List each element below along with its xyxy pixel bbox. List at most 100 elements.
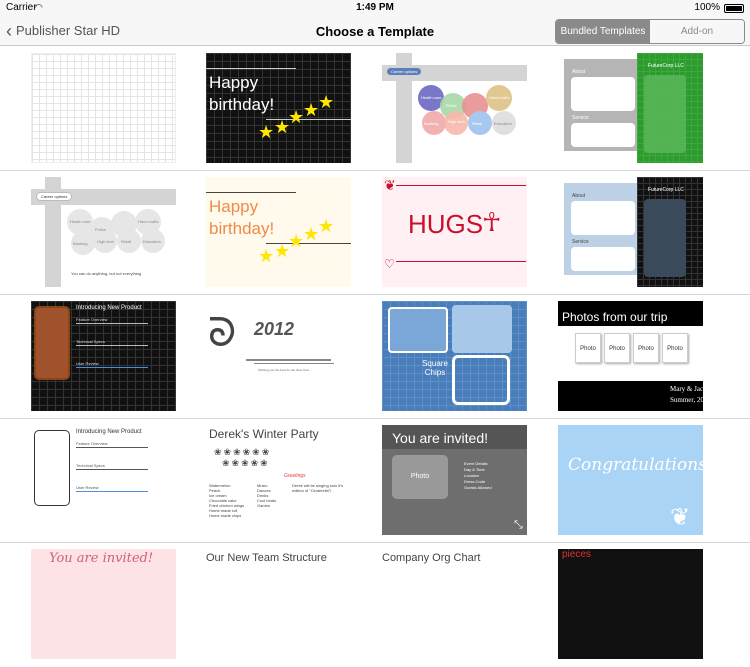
divider bbox=[396, 185, 526, 186]
tile-text: Derek will be singing solo it's edition … bbox=[292, 483, 344, 493]
template-row: Career options Health care Police Hand c… bbox=[0, 171, 750, 295]
tile-text: You can do anything, but not everything bbox=[71, 271, 142, 276]
template-invited-gray[interactable]: You are invited! Photo Event Details Day… bbox=[382, 425, 527, 535]
template-winter-party[interactable]: Derek's Winter Party ❀❀❀❀❀❀ ❀❀❀❀❀ Waterm… bbox=[206, 425, 351, 535]
star-icon: ★ bbox=[318, 92, 335, 112]
template-futurecorp-green[interactable]: FutureCorp LLC About Service bbox=[558, 53, 703, 163]
template-futurecorp-dark[interactable]: FutureCorp LLC About Service bbox=[558, 177, 703, 287]
text-box bbox=[571, 201, 635, 235]
star-icon: ★ bbox=[258, 246, 275, 266]
tile-text: User Review bbox=[76, 485, 99, 490]
tile-text: Police bbox=[446, 103, 457, 108]
photo-placeholder: Photo bbox=[662, 333, 688, 363]
star-icon: ★ bbox=[318, 216, 335, 236]
template-new-year-2012[interactable]: ᘐ 2012 Wishing you the best for the New … bbox=[206, 301, 351, 411]
template-blank[interactable] bbox=[31, 53, 176, 163]
photo-placeholder: Photo bbox=[392, 455, 448, 499]
tile-text: Hand crafts bbox=[138, 219, 159, 224]
photo-frame bbox=[452, 355, 510, 405]
tile-title: You are invited! bbox=[49, 551, 154, 566]
navigation-bar: ‹ Publisher Star HD Choose a Template Bu… bbox=[0, 16, 750, 46]
tile-title: Happy bbox=[209, 73, 259, 92]
tile-text: Day & Time bbox=[464, 467, 485, 472]
photo-frame bbox=[644, 75, 686, 153]
tile-title: Introducing New Product bbox=[76, 305, 142, 311]
template-row: Introducing New Product Feature Overview… bbox=[0, 295, 750, 419]
template-square-chips[interactable]: Square Chips bbox=[382, 301, 527, 411]
divider bbox=[206, 68, 296, 69]
tile-text: Feature Overview bbox=[76, 317, 108, 322]
tile-text: Retail bbox=[121, 239, 132, 244]
tile-text: Location bbox=[464, 473, 480, 478]
tile-title: Photos from our trip bbox=[562, 310, 668, 324]
tile-text: Education bbox=[494, 121, 512, 126]
tile-text: Banking bbox=[424, 121, 439, 126]
tile-text: Police bbox=[95, 227, 106, 232]
template-congratulations[interactable]: Congratulations! ❦ bbox=[558, 425, 703, 535]
tile-text: High tech bbox=[448, 119, 465, 124]
segment-bundled-templates[interactable]: Bundled Templates bbox=[556, 20, 650, 43]
divider bbox=[396, 261, 526, 262]
tile-pill: Career options bbox=[387, 68, 422, 75]
menu-item: Games bbox=[257, 503, 270, 508]
status-bar: Carrier ◠ 1:49 PM 100% bbox=[0, 0, 750, 16]
swirl-icon: ᘐ bbox=[208, 311, 237, 355]
star-icon: ★ bbox=[288, 231, 305, 251]
template-org-chart[interactable]: Company Org Chart bbox=[382, 549, 527, 659]
tile-text: Banking bbox=[73, 241, 88, 246]
template-pieces[interactable]: pieces bbox=[558, 549, 703, 659]
tile-text: About bbox=[572, 193, 586, 199]
divider bbox=[206, 192, 296, 193]
tile-title: 2012 bbox=[254, 319, 295, 339]
template-happy-birthday-light[interactable]: Happy birthday! ★ ★ ★ ★ ★ bbox=[206, 177, 351, 287]
tile-text: Service bbox=[572, 239, 589, 245]
template-photos-trip[interactable]: Photos from our trip Photo Photo Photo P… bbox=[558, 301, 703, 411]
template-new-product-dark[interactable]: Introducing New Product Feature Overview… bbox=[31, 301, 176, 411]
tile-text: Greetings bbox=[284, 473, 306, 479]
tile-text: Health care bbox=[70, 219, 91, 224]
tile-text: Summer, 20 bbox=[670, 396, 703, 404]
template-invited-pink[interactable]: You are invited! bbox=[31, 549, 176, 659]
tile-text: Retail bbox=[472, 121, 483, 126]
template-happy-birthday-dark[interactable]: Happy birthday! ★ ★ ★ ★ ★ bbox=[206, 53, 351, 163]
tile-text: Event Details bbox=[464, 461, 488, 466]
template-row: You are invited! Our New Team Structure … bbox=[0, 543, 750, 667]
divider bbox=[76, 323, 148, 324]
tile-text: FutureCorp LLC bbox=[648, 63, 684, 69]
divider bbox=[76, 447, 148, 448]
photo-frame bbox=[388, 307, 448, 353]
template-career-options[interactable]: Career options Health care Police Hand c… bbox=[382, 53, 527, 163]
tile-text: Dress Code bbox=[464, 479, 486, 484]
tile-title: Congratulations! bbox=[568, 455, 703, 475]
tile-title: Company Org Chart bbox=[382, 552, 481, 564]
tile-title: HUGS bbox=[408, 209, 484, 239]
segment-add-on[interactable]: Add-on bbox=[650, 20, 744, 43]
tile-text: Guests Allowed bbox=[464, 485, 492, 490]
menu-list: Watermelon Peach Ice cream Chocolate cake Fr… bbox=[209, 483, 244, 518]
template-career-options-alt[interactable]: Career options Health care Police Hand c… bbox=[31, 177, 176, 287]
tile-text: About bbox=[572, 69, 586, 75]
tile-text: Service bbox=[572, 115, 589, 121]
template-team-structure[interactable]: Our New Team Structure bbox=[206, 549, 351, 659]
template-hugs[interactable]: ❦ HUGS ☥ ♡ bbox=[382, 177, 527, 287]
tile-title: Square Chips bbox=[422, 359, 448, 377]
flourish-icon: ❦ bbox=[384, 177, 396, 193]
photo-frame bbox=[452, 305, 512, 353]
diagonal-arrows-icon: ⤡ bbox=[514, 519, 523, 531]
tile-text: Health care bbox=[421, 95, 442, 100]
template-new-product-light[interactable]: Introducing New Product Feature Overview… bbox=[31, 425, 176, 535]
tile-title: Derek's Winter Party bbox=[209, 427, 319, 441]
star-icon: ★ bbox=[303, 224, 320, 244]
tile-title: birthday! bbox=[209, 95, 275, 114]
template-source-segment: Bundled Templates Add-on bbox=[555, 19, 745, 44]
battery-icon bbox=[724, 4, 744, 13]
divider bbox=[76, 345, 148, 346]
phone-frame bbox=[34, 430, 70, 506]
photo-frame bbox=[644, 199, 686, 277]
phone-frame bbox=[34, 306, 70, 380]
battery-percent: 100% bbox=[694, 2, 720, 13]
tile-text: Technical Specs bbox=[76, 339, 105, 344]
divider bbox=[254, 363, 334, 364]
snowflake-icon: ❀❀❀❀❀❀ bbox=[214, 447, 272, 457]
tile-title: pieces bbox=[562, 549, 591, 560]
